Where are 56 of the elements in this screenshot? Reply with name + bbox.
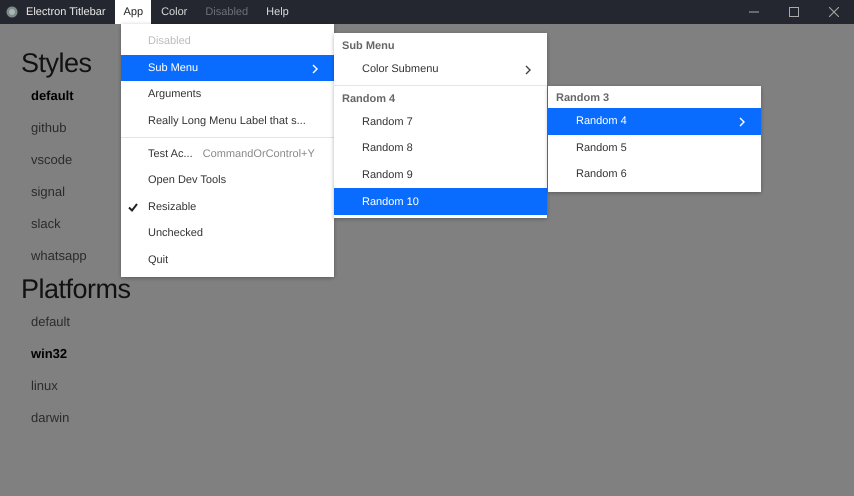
- close-icon: [829, 7, 839, 17]
- menu-item[interactable]: Resizable: [121, 194, 334, 220]
- menu-item-label: Color Submenu: [362, 63, 438, 76]
- menu-item[interactable]: Random 10: [334, 188, 547, 215]
- menu-item[interactable]: Really Long Menu Label that s...: [121, 108, 334, 134]
- menu-item[interactable]: Test Ac... CommandOrControl+Y: [121, 140, 334, 167]
- menu-item[interactable]: Unchecked: [121, 220, 334, 247]
- maximize-icon: [789, 7, 799, 17]
- menu-item-label: Random 9: [362, 169, 413, 182]
- menu-item-label: Random 4: [576, 115, 627, 128]
- menu-section-header: Random 3: [555, 91, 610, 106]
- menu-item-label: Arguments: [148, 88, 202, 100]
- menu-item[interactable]: Arguments: [121, 81, 334, 108]
- menu-item-label: Disabled: [148, 35, 191, 48]
- menu-section-header: Sub Menu: [341, 39, 396, 54]
- menu-item-label: Random 7: [362, 116, 413, 128]
- menu-item[interactable]: Open Dev Tools: [121, 166, 334, 194]
- option-link[interactable]: win32: [21, 338, 68, 370]
- menu-item-label: Random 5: [576, 142, 627, 154]
- menu-item-label: Quit: [148, 254, 168, 266]
- menu-item[interactable]: Random 4: [548, 108, 761, 135]
- option-link[interactable]: signal: [21, 176, 65, 208]
- menu-item[interactable]: Random 7: [334, 108, 547, 136]
- option-link[interactable]: linux: [21, 370, 58, 402]
- option-link[interactable]: github: [21, 112, 66, 144]
- menu-item-label: Random 8: [362, 142, 413, 154]
- menu-item-label: Really Long Menu Label that s...: [148, 115, 306, 128]
- menu-item[interactable]: Random 5: [548, 134, 761, 162]
- menu-section-header: Random 4: [341, 92, 396, 107]
- shortcut-label: CommandOrControl+Y: [202, 148, 315, 160]
- option-link[interactable]: whatsapp: [21, 240, 87, 272]
- option-link[interactable]: slack: [21, 208, 61, 240]
- menu-item[interactable]: Color Submenu: [334, 56, 547, 83]
- app-logo-icon: [6, 6, 18, 18]
- menu-item[interactable]: Quit: [121, 246, 334, 274]
- menu-item[interactable]: Sub Menu: [121, 54, 334, 82]
- menu-item-label: Resizable: [148, 200, 196, 213]
- menu-item-label: Random 6: [576, 168, 627, 180]
- option-link[interactable]: vscode: [21, 144, 72, 176]
- menu-item[interactable]: Random 8: [334, 135, 547, 162]
- menu-item-label: Open Dev Tools: [148, 174, 226, 186]
- menu-item-label: Unchecked: [148, 227, 204, 240]
- option-link[interactable]: default: [21, 80, 74, 112]
- menubar-item[interactable]: App: [115, 0, 152, 24]
- menu-item[interactable]: Random 9: [334, 162, 547, 188]
- menubar-item[interactable]: Help: [258, 0, 297, 24]
- option-link[interactable]: default: [21, 306, 70, 338]
- section-heading: Platforms: [21, 273, 131, 306]
- menu-item-label: Test Ac...: [148, 148, 193, 160]
- window-title: Electron Titlebar: [26, 5, 106, 20]
- menu-item-label: Sub Menu: [148, 62, 198, 74]
- menubar-item[interactable]: Color: [153, 0, 196, 24]
- menu-item[interactable]: Random 6: [548, 161, 761, 188]
- menu-item-label: Random 10: [362, 196, 419, 208]
- section-heading: Styles: [21, 47, 92, 80]
- option-link[interactable]: darwin: [21, 402, 70, 434]
